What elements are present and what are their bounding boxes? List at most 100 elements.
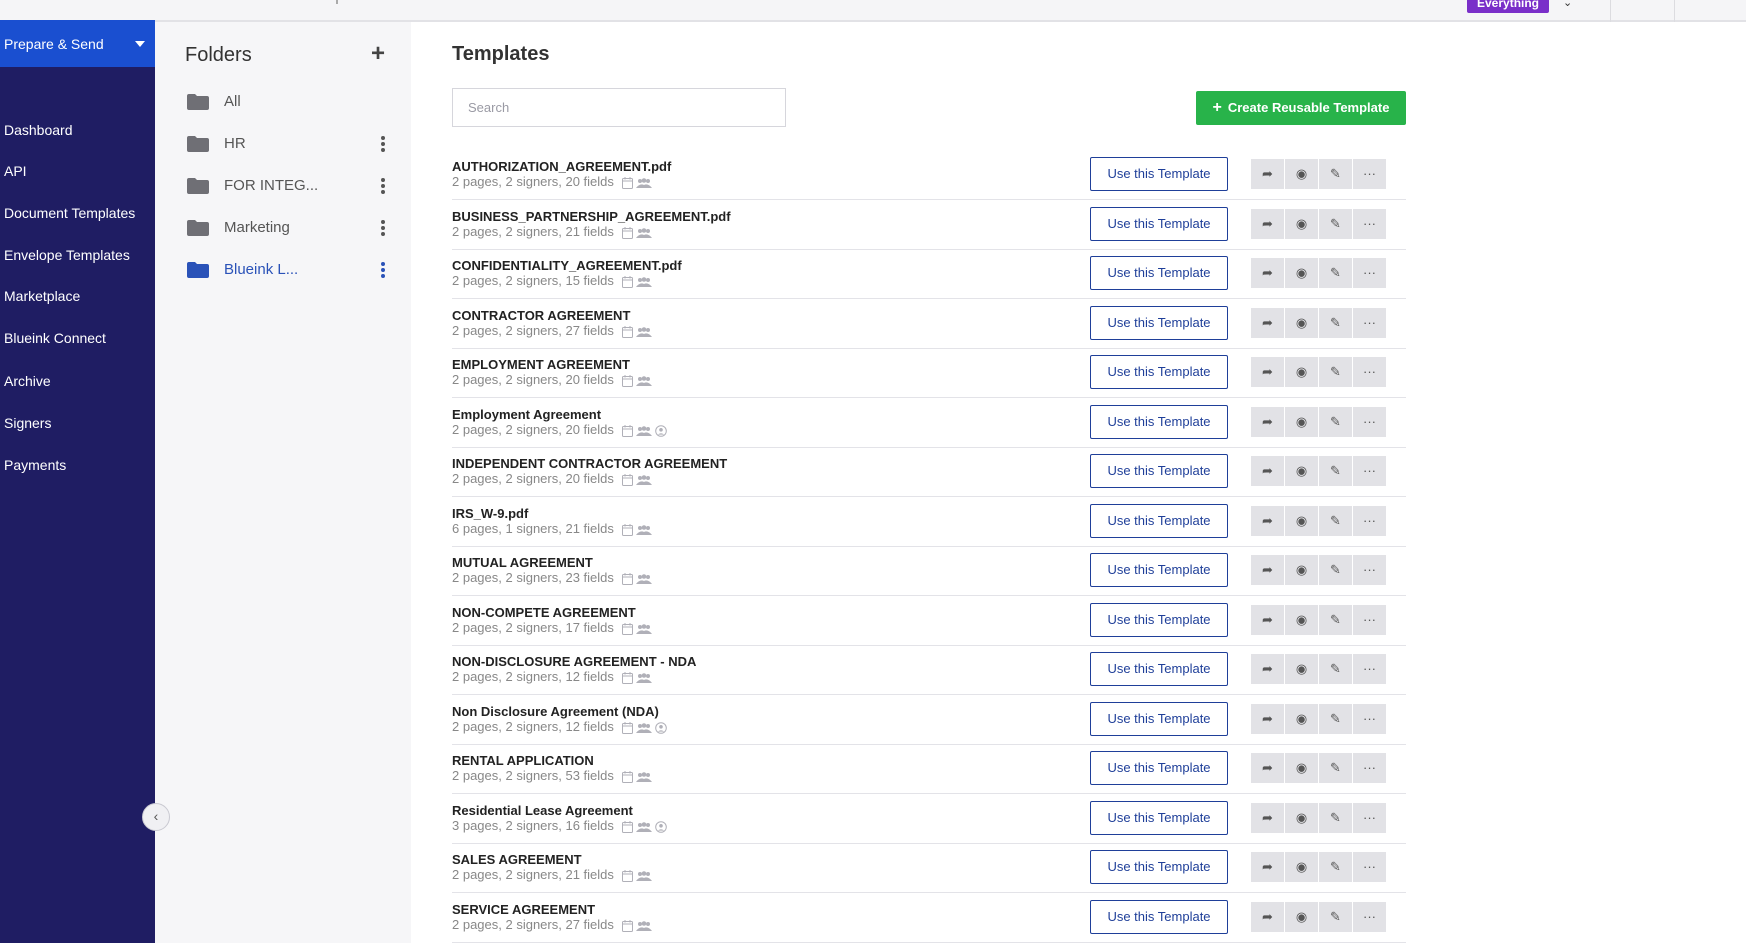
edit-icon[interactable]: ✎: [1319, 803, 1352, 833]
template-name[interactable]: IRS_W-9.pdf: [452, 506, 528, 521]
edit-icon[interactable]: ✎: [1319, 852, 1352, 882]
use-this-template-button[interactable]: Use this Template: [1090, 900, 1228, 934]
template-name[interactable]: SERVICE AGREEMENT: [452, 902, 595, 917]
kebab-menu-icon[interactable]: [379, 219, 387, 237]
preview-eye-icon[interactable]: ◉: [1285, 506, 1318, 536]
use-this-template-button[interactable]: Use this Template: [1090, 454, 1228, 488]
template-name[interactable]: BUSINESS_PARTNERSHIP_AGREEMENT.pdf: [452, 209, 731, 224]
share-icon[interactable]: ➦: [1251, 258, 1284, 288]
edit-icon[interactable]: ✎: [1319, 654, 1352, 684]
preview-eye-icon[interactable]: ◉: [1285, 605, 1318, 635]
preview-eye-icon[interactable]: ◉: [1285, 357, 1318, 387]
share-icon[interactable]: ➦: [1251, 159, 1284, 189]
use-this-template-button[interactable]: Use this Template: [1090, 405, 1228, 439]
folder-item[interactable]: HR: [187, 132, 397, 158]
template-name[interactable]: MUTUAL AGREEMENT: [452, 555, 593, 570]
use-this-template-button[interactable]: Use this Template: [1090, 850, 1228, 884]
more-options-icon[interactable]: ···: [1353, 852, 1386, 882]
nav-item-envelope-templates[interactable]: Envelope Templates: [4, 247, 130, 263]
template-name[interactable]: EMPLOYMENT AGREEMENT: [452, 357, 630, 372]
use-this-template-button[interactable]: Use this Template: [1090, 751, 1228, 785]
share-icon[interactable]: ➦: [1251, 357, 1284, 387]
kebab-menu-icon[interactable]: [379, 135, 387, 153]
preview-eye-icon[interactable]: ◉: [1285, 704, 1318, 734]
preview-eye-icon[interactable]: ◉: [1285, 654, 1318, 684]
kebab-menu-icon[interactable]: [379, 261, 387, 279]
edit-icon[interactable]: ✎: [1319, 506, 1352, 536]
template-name[interactable]: RENTAL APPLICATION: [452, 753, 594, 768]
share-icon[interactable]: ➦: [1251, 308, 1284, 338]
nav-item-blueink-connect[interactable]: Blueink Connect: [4, 330, 106, 346]
template-name[interactable]: NON-DISCLOSURE AGREEMENT - NDA: [452, 654, 696, 669]
create-reusable-template-button[interactable]: + Create Reusable Template: [1196, 91, 1406, 125]
template-name[interactable]: Non Disclosure Agreement (NDA): [452, 704, 659, 719]
share-icon[interactable]: ➦: [1251, 902, 1284, 932]
template-name[interactable]: Employment Agreement: [452, 407, 601, 422]
use-this-template-button[interactable]: Use this Template: [1090, 603, 1228, 637]
preview-eye-icon[interactable]: ◉: [1285, 308, 1318, 338]
template-name[interactable]: NON-COMPETE AGREEMENT: [452, 605, 636, 620]
preview-eye-icon[interactable]: ◉: [1285, 456, 1318, 486]
more-options-icon[interactable]: ···: [1353, 209, 1386, 239]
edit-icon[interactable]: ✎: [1319, 308, 1352, 338]
preview-eye-icon[interactable]: ◉: [1285, 852, 1318, 882]
nav-item-dashboard[interactable]: Dashboard: [4, 122, 73, 138]
use-this-template-button[interactable]: Use this Template: [1090, 207, 1228, 241]
more-options-icon[interactable]: ···: [1353, 407, 1386, 437]
use-this-template-button[interactable]: Use this Template: [1090, 702, 1228, 736]
preview-eye-icon[interactable]: ◉: [1285, 407, 1318, 437]
more-options-icon[interactable]: ···: [1353, 357, 1386, 387]
use-this-template-button[interactable]: Use this Template: [1090, 801, 1228, 835]
edit-icon[interactable]: ✎: [1319, 704, 1352, 734]
use-this-template-button[interactable]: Use this Template: [1090, 355, 1228, 389]
preview-eye-icon[interactable]: ◉: [1285, 803, 1318, 833]
use-this-template-button[interactable]: Use this Template: [1090, 553, 1228, 587]
preview-eye-icon[interactable]: ◉: [1285, 258, 1318, 288]
template-name[interactable]: INDEPENDENT CONTRACTOR AGREEMENT: [452, 456, 727, 471]
more-options-icon[interactable]: ···: [1353, 902, 1386, 932]
share-icon[interactable]: ➦: [1251, 407, 1284, 437]
template-name[interactable]: CONFIDENTIALITY_AGREEMENT.pdf: [452, 258, 682, 273]
edit-icon[interactable]: ✎: [1319, 209, 1352, 239]
use-this-template-button[interactable]: Use this Template: [1090, 652, 1228, 686]
folder-item[interactable]: FOR INTEG...: [187, 174, 397, 200]
share-icon[interactable]: ➦: [1251, 852, 1284, 882]
folder-item[interactable]: All: [187, 90, 397, 116]
preview-eye-icon[interactable]: ◉: [1285, 555, 1318, 585]
use-this-template-button[interactable]: Use this Template: [1090, 504, 1228, 538]
share-icon[interactable]: ➦: [1251, 555, 1284, 585]
folder-item[interactable]: Blueink L...: [187, 258, 397, 284]
search-input[interactable]: [452, 88, 786, 127]
share-icon[interactable]: ➦: [1251, 753, 1284, 783]
template-name[interactable]: CONTRACTOR AGREEMENT: [452, 308, 630, 323]
more-options-icon[interactable]: ···: [1353, 704, 1386, 734]
prepare-and-send-button[interactable]: Prepare & Send: [0, 22, 155, 67]
edit-icon[interactable]: ✎: [1319, 407, 1352, 437]
template-name[interactable]: Residential Lease Agreement: [452, 803, 633, 818]
share-icon[interactable]: ➦: [1251, 456, 1284, 486]
preview-eye-icon[interactable]: ◉: [1285, 753, 1318, 783]
nav-item-archive[interactable]: Archive: [4, 373, 51, 389]
more-options-icon[interactable]: ···: [1353, 258, 1386, 288]
more-options-icon[interactable]: ···: [1353, 456, 1386, 486]
folder-item[interactable]: Marketing: [187, 216, 397, 242]
collapse-sidebar-button[interactable]: ‹: [142, 803, 170, 831]
more-options-icon[interactable]: ···: [1353, 308, 1386, 338]
edit-icon[interactable]: ✎: [1319, 605, 1352, 635]
everything-badge[interactable]: Everything: [1467, 0, 1550, 13]
preview-eye-icon[interactable]: ◉: [1285, 159, 1318, 189]
nav-item-marketplace[interactable]: Marketplace: [4, 288, 80, 304]
more-options-icon[interactable]: ···: [1353, 654, 1386, 684]
edit-icon[interactable]: ✎: [1319, 159, 1352, 189]
edit-icon[interactable]: ✎: [1319, 753, 1352, 783]
edit-icon[interactable]: ✎: [1319, 456, 1352, 486]
template-name[interactable]: AUTHORIZATION_AGREEMENT.pdf: [452, 159, 671, 174]
nav-item-document-templates[interactable]: Document Templates: [4, 205, 135, 221]
nav-item-api[interactable]: API: [4, 163, 27, 179]
more-options-icon[interactable]: ···: [1353, 803, 1386, 833]
more-options-icon[interactable]: ···: [1353, 506, 1386, 536]
use-this-template-button[interactable]: Use this Template: [1090, 306, 1228, 340]
kebab-menu-icon[interactable]: [379, 177, 387, 195]
chevron-down-icon[interactable]: ⌄: [1563, 0, 1573, 9]
edit-icon[interactable]: ✎: [1319, 555, 1352, 585]
